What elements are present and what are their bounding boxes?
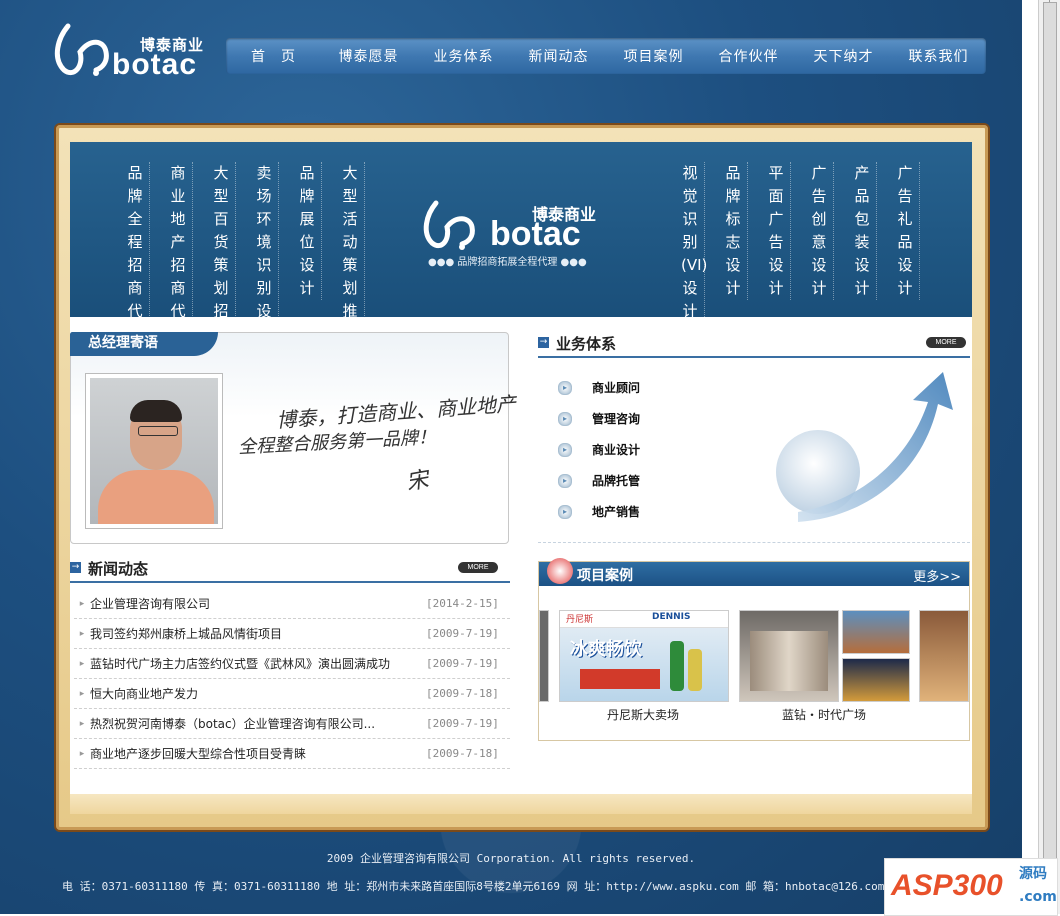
banner-logo: 博泰商业 botac ●●● 品牌招商拓展全程代理 ●●● — [420, 197, 630, 268]
site-logo[interactable]: 博泰商业 botac — [50, 18, 220, 81]
bullet-icon: ▸ — [558, 442, 572, 457]
watermark-badge: ASP300 源码 .com — [884, 858, 1058, 916]
nav-contact[interactable]: 联系我们 — [891, 46, 986, 66]
banner-service-left-4: 卖场环境识别设计 — [255, 162, 279, 346]
business-item[interactable]: ▸ 商业设计 — [558, 434, 640, 465]
nav-business[interactable]: 业务体系 — [416, 46, 511, 66]
globe-arrow-illustration — [776, 372, 953, 522]
watermark-asp: ASP300 — [891, 869, 1003, 902]
news-row[interactable]: ▸ 企业管理咨询有限公司 [2014-2-15] — [74, 589, 510, 619]
banner-logo-en: botac — [490, 215, 581, 253]
banner-service-left-3: 大型百货策划招商 — [212, 162, 236, 346]
banner-service-right-1: 视觉识别(VI)设计 — [681, 162, 707, 323]
page-background: 博泰商业 botac 首 页 博泰愿景 业务体系 新闻动态 项目案例 合作伙伴 … — [0, 0, 1022, 914]
banner-tagline: ●●● 品牌招商拓展全程代理 ●●● — [428, 257, 587, 268]
business-panel: → 业务体系 MORE ▸ 商业顾问 ▸ 管理咨询 ▸ 商业设计 ▸ 品牌托管 ▸ 地产销… — [538, 332, 970, 544]
content-area: 品牌全程招商代理 商业地产招商代理 大型百货策划招商 卖场环境识别设计 品牌展位… — [70, 142, 972, 794]
banner-service-left-6: 大型活动策划推广 — [341, 162, 365, 346]
scrollbar-thumb[interactable] — [1043, 2, 1057, 884]
nav-careers[interactable]: 天下纳才 — [796, 46, 891, 66]
cases-panel: 项目案例 更多>> 丹尼斯 DENNIS 冰爽畅饮 丹尼斯大卖场 蓝钻・时代广场 — [538, 558, 970, 741]
nav-cases[interactable]: 项目案例 — [606, 46, 701, 66]
business-item[interactable]: ▸ 地产销售 — [558, 496, 640, 527]
business-item[interactable]: ▸ 管理咨询 — [558, 403, 640, 434]
footer: 2009 企业管理咨询有限公司 Corporation. All rights … — [0, 850, 1022, 893]
news-row[interactable]: ▸ 恒大向商业地产发力 [2009-7-18] — [74, 679, 510, 709]
cases-header: 项目案例 更多>> — [539, 558, 969, 586]
business-list: ▸ 商业顾问 ▸ 管理咨询 ▸ 商业设计 ▸ 品牌托管 ▸ 地产销售 — [558, 372, 640, 527]
business-item[interactable]: ▸ 品牌托管 — [558, 465, 640, 496]
section-arrow-icon: → — [70, 562, 81, 573]
nav-vision[interactable]: 博泰愿景 — [321, 46, 416, 66]
case-thumb-partial[interactable] — [539, 610, 549, 702]
row-arrow-icon: ▸ — [79, 628, 85, 639]
row-arrow-icon: ▸ — [79, 748, 85, 759]
gm-portrait-image — [90, 378, 218, 524]
news-title: 新闻动态 — [88, 560, 149, 578]
row-arrow-icon: ▸ — [79, 658, 85, 669]
cases-badge-icon — [547, 558, 573, 584]
gm-signature: 博泰，打造商业、商业地产 全程整合服务第一品牌！ 宋 — [236, 388, 517, 538]
case-thumb-partial-right[interactable] — [919, 610, 969, 702]
banner-service-right-6: 广告礼品设计 — [896, 162, 920, 300]
dennis-brand-cn: 丹尼斯 — [566, 615, 594, 625]
news-panel: → 新闻动态 MORE ▸ 企业管理咨询有限公司 [2014-2-15] ▸ 我司签约… — [70, 557, 510, 787]
gm-photo — [85, 373, 223, 529]
business-more-button[interactable]: MORE — [926, 337, 966, 348]
news-row[interactable]: ▸ 我司签约郑州康桥上城品风情街项目 [2009-7-19] — [74, 619, 510, 649]
dennis-promo-text: 冰爽畅饮 — [570, 639, 642, 660]
news-list: ▸ 企业管理咨询有限公司 [2014-2-15] ▸ 我司签约郑州康桥上城品风情街项目… — [74, 589, 510, 769]
case-thumb-mall-interior[interactable] — [739, 610, 839, 702]
banner: 品牌全程招商代理 商业地产招商代理 大型百货策划招商 卖场环境识别设计 品牌展位… — [70, 142, 972, 346]
banner-service-right-2: 品牌标志设计 — [724, 162, 748, 300]
cases-more-link[interactable]: 更多>> — [913, 566, 961, 585]
banner-service-left-5: 品牌展位设计 — [298, 162, 322, 300]
news-more-button[interactable]: MORE — [458, 562, 498, 573]
news-header: → 新闻动态 MORE — [70, 557, 510, 583]
logo-mark-icon — [54, 23, 109, 76]
case-thumb-dennis[interactable]: 丹尼斯 DENNIS 冰爽畅饮 — [559, 610, 729, 702]
banner-service-left-1: 品牌全程招商代理 — [126, 162, 150, 346]
row-arrow-icon: ▸ — [79, 598, 85, 609]
nav-partners[interactable]: 合作伙伴 — [701, 46, 796, 66]
case-caption[interactable]: 丹尼斯大卖场 — [559, 706, 727, 723]
section-arrow-icon: → — [538, 337, 549, 348]
case-thumb-building-day[interactable] — [842, 610, 910, 654]
dennis-brand-en: DENNIS — [652, 612, 691, 622]
banner-service-right-4: 广告创意设计 — [810, 162, 834, 300]
news-row[interactable]: ▸ 蓝钻时代广场主力店签约仪式暨《武林风》演出圆满成功 [2009-7-19] — [74, 649, 510, 679]
bullet-icon: ▸ — [558, 411, 572, 426]
cases-title: 项目案例 — [577, 568, 633, 584]
sig-line-2: 全程整合服务第一品牌！ — [237, 426, 437, 459]
row-arrow-icon: ▸ — [79, 718, 85, 729]
watermark-ym: 源码 — [1019, 866, 1047, 882]
news-row[interactable]: ▸ 热烈祝贺河南博泰（botac）企业管理咨询有限公司... [2009-7-19] — [74, 709, 510, 739]
bullet-icon: ▸ — [558, 380, 572, 395]
nav-home[interactable]: 首 页 — [226, 46, 321, 66]
case-thumb-building-night[interactable] — [842, 658, 910, 702]
sig-name: 宋 — [404, 467, 431, 496]
footer-contact: 电 话：0371-60311180 传 真：0371-60311180 地 址：… — [62, 880, 885, 893]
content-frame: 品牌全程招商代理 商业地产招商代理 大型百货策划招商 卖场环境识别设计 品牌展位… — [54, 123, 990, 832]
nav-news[interactable]: 新闻动态 — [511, 46, 606, 66]
business-header: → 业务体系 MORE — [538, 332, 970, 358]
business-item[interactable]: ▸ 商业顾问 — [558, 372, 640, 403]
news-row[interactable]: ▸ 商业地产逐步回暖大型综合性项目受青睐 [2009-7-18] — [74, 739, 510, 769]
footer-copyright: 2009 企业管理咨询有限公司 Corporation. All rights … — [326, 852, 696, 865]
logo-en-text: botac — [112, 48, 198, 81]
banner-service-right-3: 平面广告设计 — [767, 162, 791, 300]
banner-service-left-2: 商业地产招商代理 — [169, 162, 193, 346]
bullet-icon: ▸ — [558, 473, 572, 488]
case-caption[interactable]: 蓝钻・时代广场 — [739, 706, 909, 723]
gm-message-panel: 总经理寄语 博泰，打造商业、商业地产 全程整合服务第一品牌！ 宋 — [70, 332, 517, 544]
bullet-icon: ▸ — [558, 504, 572, 519]
main-nav: 首 页 博泰愿景 业务体系 新闻动态 项目案例 合作伙伴 天下纳才 联系我们 — [226, 38, 986, 74]
gm-title: 总经理寄语 — [70, 332, 218, 356]
vertical-scrollbar[interactable] — [1038, 0, 1060, 914]
watermark-com: .com — [1019, 889, 1057, 905]
row-arrow-icon: ▸ — [79, 688, 85, 699]
business-title: 业务体系 — [556, 335, 617, 353]
banner-service-right-5: 产品包装设计 — [853, 162, 877, 300]
banner-logo-mark-icon — [423, 200, 475, 250]
